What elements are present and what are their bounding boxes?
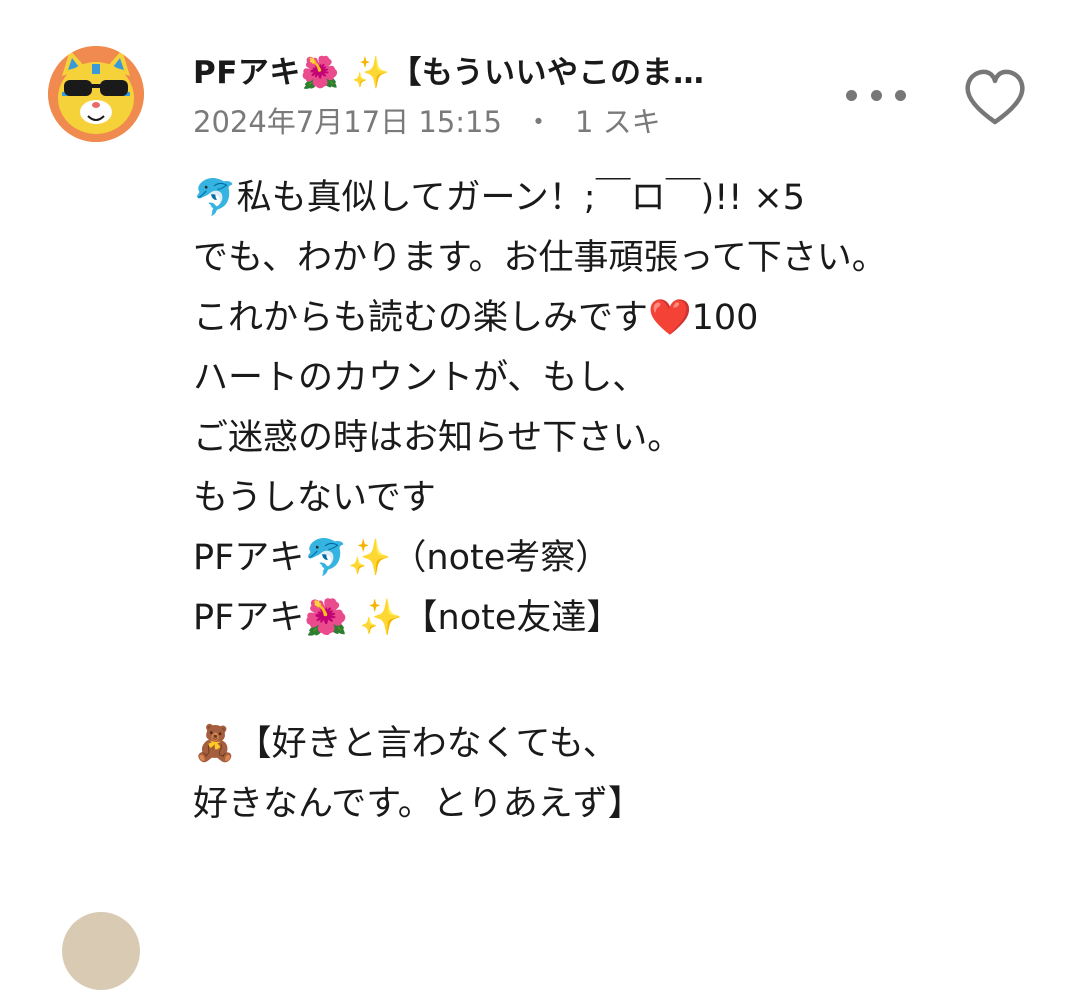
- commenter-avatar[interactable]: [48, 46, 144, 142]
- more-options-button[interactable]: [846, 80, 906, 110]
- comment-line: これからも読むの楽しみです❤️100: [193, 298, 759, 338]
- comment-line: 🧸【好きと言わなくても、: [193, 724, 618, 764]
- heart-outline-icon: [965, 69, 1025, 125]
- comment-line: 🐬私も真似してガーン！;￣ロ￣)!! ×5: [193, 178, 806, 218]
- meta-separator: ・: [523, 105, 553, 139]
- comment-line: PFアキ🐬✨（note考察）: [193, 538, 611, 578]
- comment-line: でも、わかります。お仕事頑張って下さい。: [193, 238, 887, 278]
- comment-header: PFアキ🌺 ✨【もういいやこのま… 2024年7月17日 15:15 ・ 1 スキ: [193, 52, 793, 142]
- comment-like-count[interactable]: 1 スキ: [575, 105, 661, 139]
- comment-line: PFアキ🌺 ✨【note友達】: [193, 598, 622, 638]
- comment-line: 好きなんです。とりあえず】: [193, 784, 643, 824]
- comment-meta: 2024年7月17日 15:15 ・ 1 スキ: [193, 102, 793, 142]
- comment-line: ハートのカウントが、もし、: [193, 358, 648, 398]
- like-button[interactable]: [962, 68, 1028, 128]
- comment-username[interactable]: PFアキ🌺 ✨【もういいやこのま…: [193, 52, 773, 94]
- sunglasses-cat-icon: [48, 46, 144, 142]
- more-dots-icon: [846, 89, 857, 101]
- comment-body: 🐬私も真似してガーン！;￣ロ￣)!! ×5 でも、わかります。お仕事頑張って下さ…: [193, 168, 1053, 834]
- comment-date: 2024年7月17日 15:15: [193, 105, 502, 139]
- comment-line: ご迷惑の時はお知らせ下さい。: [193, 418, 683, 458]
- comment-line: もうしないです: [193, 478, 436, 518]
- next-comment-avatar[interactable]: [62, 912, 140, 990]
